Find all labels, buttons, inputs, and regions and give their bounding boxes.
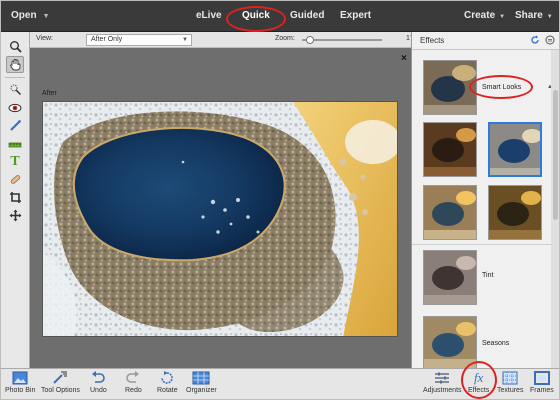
- panel-scrollbar[interactable]: [551, 50, 560, 368]
- textures-label: Textures: [497, 387, 524, 394]
- tool-options-label: Tool Options: [41, 387, 80, 394]
- redo-icon: [126, 371, 140, 383]
- organizer-label: Organizer: [186, 387, 217, 394]
- close-icon[interactable]: ×: [401, 53, 407, 64]
- quick-selection-tool-icon[interactable]: [6, 81, 24, 98]
- adjustments-icon: [435, 372, 450, 384]
- canvas-area: × After: [30, 48, 411, 368]
- seasons-label[interactable]: Seasons: [482, 340, 509, 347]
- tab-expert[interactable]: Expert: [340, 10, 371, 21]
- textures-icon: [502, 371, 518, 385]
- chevron-down-icon: ▼: [499, 14, 506, 20]
- open-label: Open: [11, 10, 37, 21]
- zoom-slider[interactable]: [302, 36, 382, 44]
- open-button[interactable]: Open ▼: [11, 10, 50, 21]
- chevron-down-icon: ▼: [42, 13, 50, 20]
- geyser-photo: [43, 102, 397, 336]
- frames-label: Frames: [530, 387, 554, 394]
- straighten-tool-icon[interactable]: [6, 135, 24, 152]
- crop-tool-icon[interactable]: [6, 189, 24, 206]
- zoom-tool-icon[interactable]: [6, 38, 24, 55]
- frames-icon: [533, 371, 550, 385]
- panel-menu-icon[interactable]: [545, 35, 555, 47]
- create-button[interactable]: Create ▼: [464, 10, 505, 21]
- textures-button[interactable]: Textures: [497, 371, 523, 394]
- after-label: After: [42, 90, 57, 97]
- undo-label: Undo: [90, 387, 107, 394]
- tab-guided[interactable]: Guided: [290, 10, 324, 21]
- rotate-icon: [161, 371, 174, 384]
- share-button[interactable]: Share ▼: [515, 10, 553, 21]
- tint-category-thumb[interactable]: [423, 250, 477, 305]
- view-label: View:: [36, 35, 53, 42]
- organizer-icon: [192, 371, 210, 385]
- whiten-teeth-tool-icon[interactable]: [6, 117, 24, 134]
- annotation-circle-quick: [226, 6, 286, 32]
- section-divider: [412, 244, 551, 245]
- tool-options-button[interactable]: Tool Options: [41, 371, 80, 394]
- tool-options-icon: [53, 371, 68, 384]
- panel-divider: [412, 49, 560, 50]
- spot-healing-tool-icon[interactable]: [6, 171, 24, 188]
- chevron-down-icon: ▼: [182, 37, 188, 43]
- annotation-circle-smart-looks: [469, 75, 533, 99]
- toolbox-divider: [5, 77, 25, 78]
- smart-look-thumb-4[interactable]: [488, 185, 542, 240]
- hand-tool-icon[interactable]: [6, 56, 24, 73]
- chevron-down-icon: ▼: [546, 14, 553, 20]
- photo-bin-icon: [12, 371, 28, 385]
- adjustments-label: Adjustments: [423, 387, 462, 394]
- toolbox: T: [0, 32, 30, 368]
- create-label: Create: [464, 10, 496, 21]
- redo-button[interactable]: Redo: [125, 371, 142, 394]
- undo-icon: [92, 371, 106, 383]
- rotate-button[interactable]: Rotate: [157, 371, 178, 394]
- photo-bin-label: Photo Bin: [5, 387, 36, 394]
- rotate-label: Rotate: [157, 387, 178, 394]
- adjustments-button[interactable]: Adjustments: [423, 371, 462, 394]
- smart-look-thumb-2[interactable]: [488, 122, 542, 177]
- redo-label: Redo: [125, 387, 142, 394]
- move-tool-icon[interactable]: [6, 207, 24, 224]
- zoom-label: Zoom:: [275, 35, 295, 42]
- tab-elive[interactable]: eLive: [196, 10, 222, 21]
- view-options-bar: View: After Only ▼ Zoom: 17%: [30, 32, 420, 48]
- tint-label[interactable]: Tint: [482, 272, 493, 279]
- photo-preview: [42, 101, 398, 337]
- smart-look-thumb-3[interactable]: [423, 185, 477, 240]
- smart-look-thumb-1[interactable]: [423, 122, 477, 177]
- organizer-button[interactable]: Organizer: [186, 371, 217, 394]
- effects-panel-title: Effects: [420, 36, 445, 45]
- annotation-circle-effects: [461, 361, 497, 399]
- view-select-value: After Only: [91, 36, 123, 43]
- red-eye-tool-icon[interactable]: [6, 99, 24, 116]
- undo-button[interactable]: Undo: [90, 371, 107, 394]
- photo-bin-button[interactable]: Photo Bin: [5, 371, 35, 394]
- share-label: Share: [515, 10, 543, 21]
- reset-icon[interactable]: [530, 35, 540, 47]
- zoom-slider-knob[interactable]: [305, 36, 314, 44]
- panel-scrollbar-thumb[interactable]: [553, 90, 558, 220]
- frames-button[interactable]: Frames: [530, 371, 554, 394]
- view-select[interactable]: After Only ▼: [86, 34, 192, 46]
- type-tool-icon[interactable]: T: [6, 153, 24, 170]
